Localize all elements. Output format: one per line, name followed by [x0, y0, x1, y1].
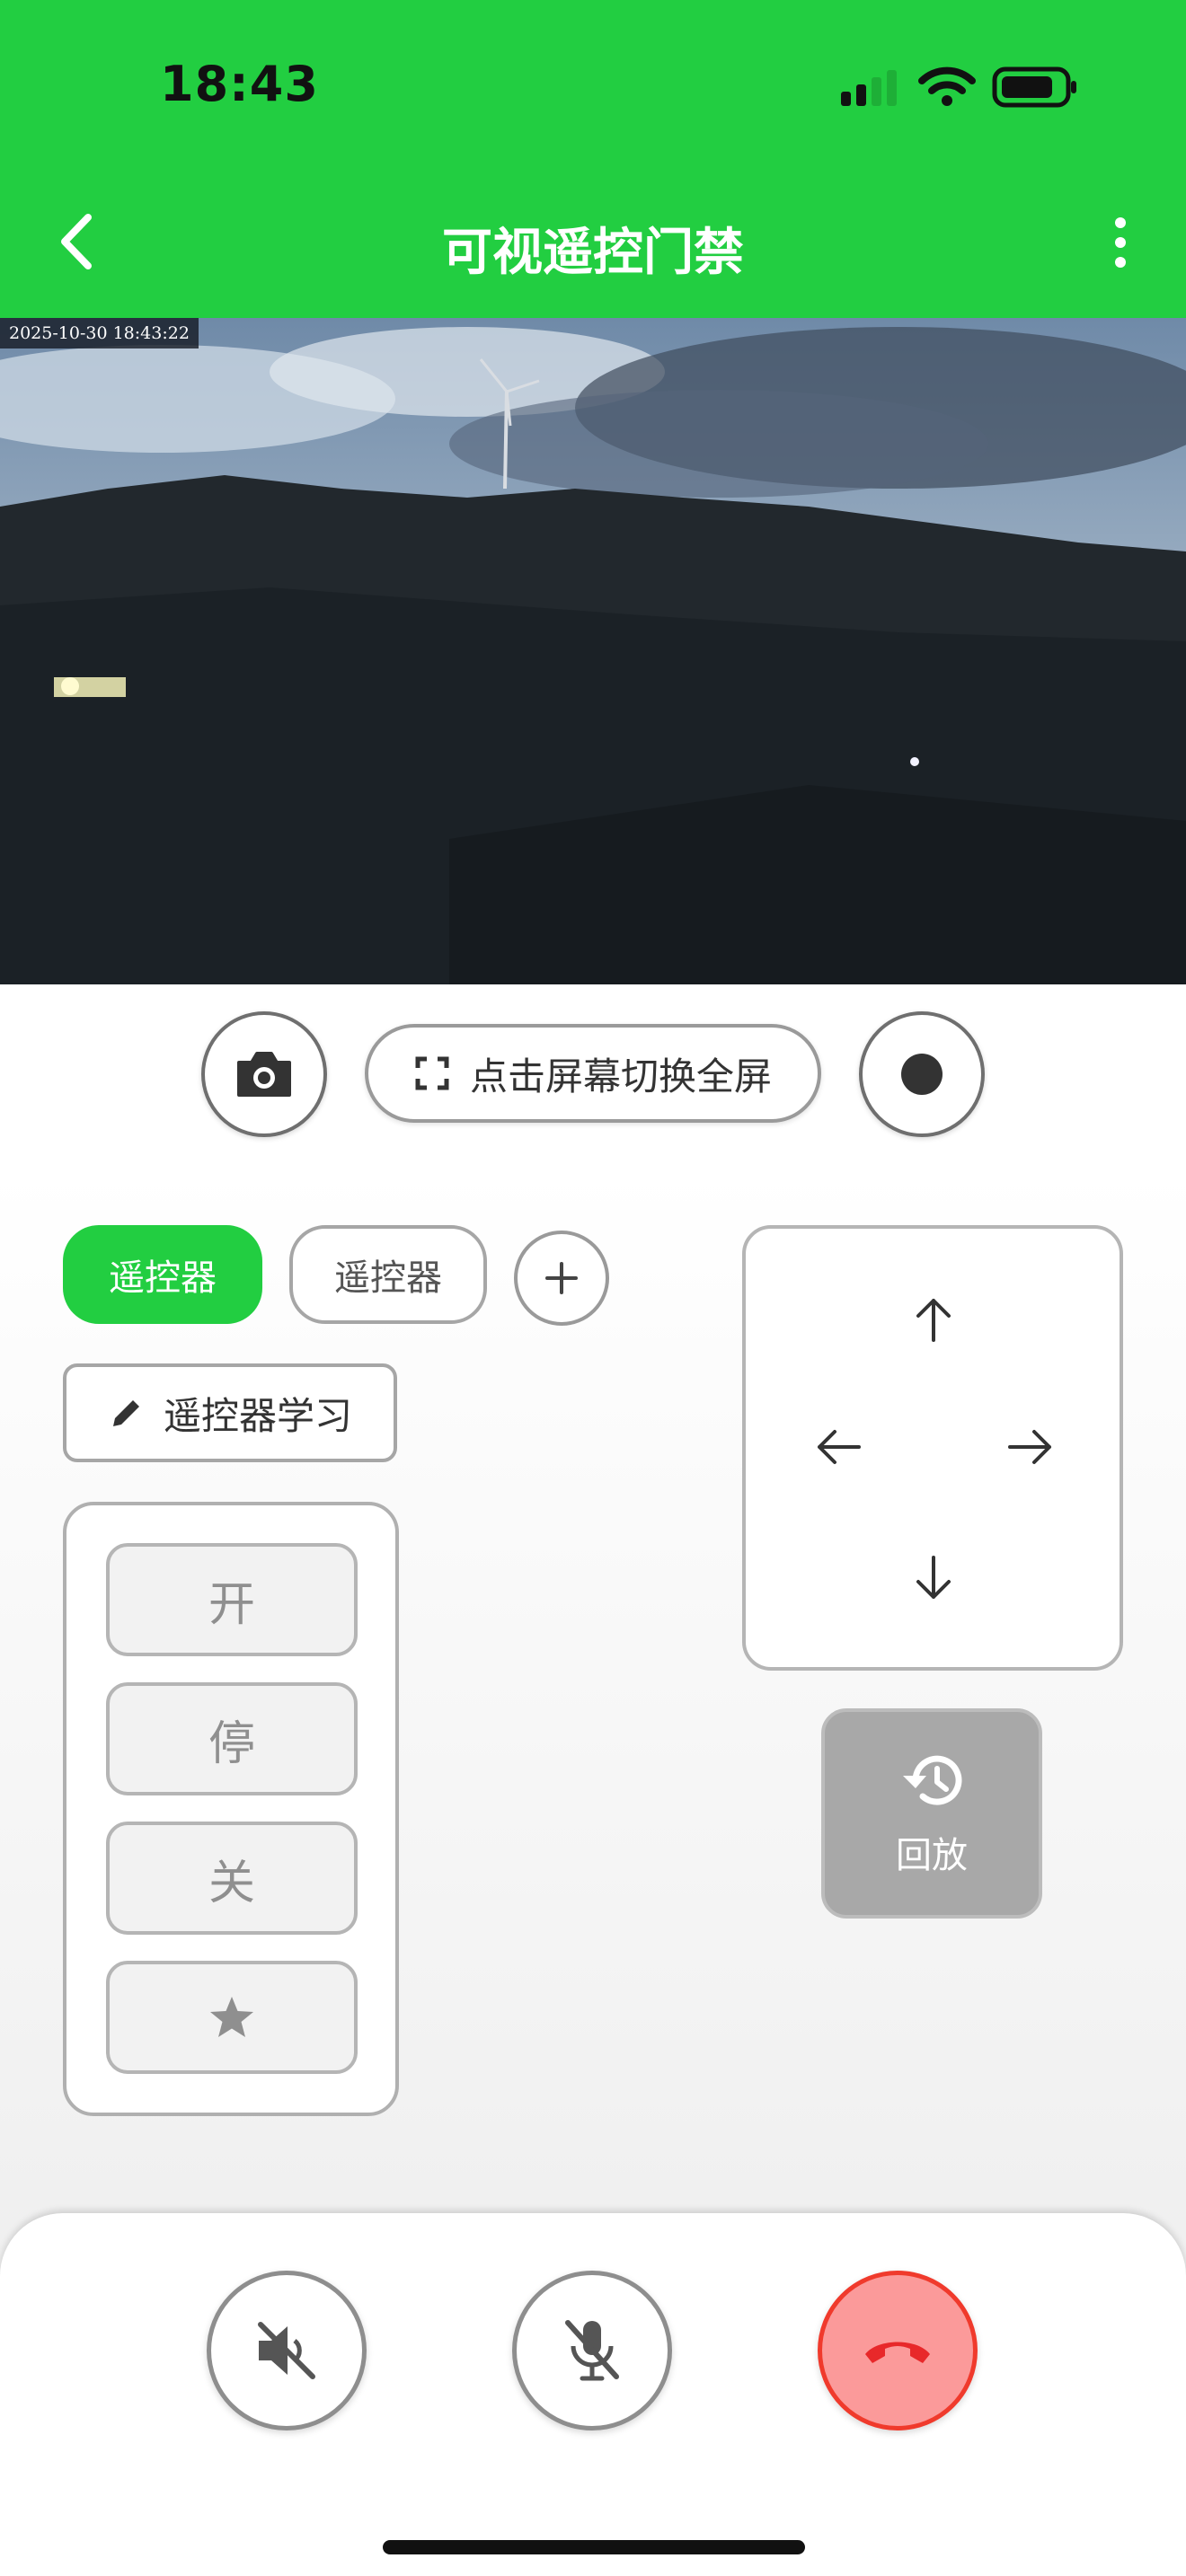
record-button[interactable] [859, 1011, 985, 1137]
video-feed[interactable] [0, 318, 1186, 984]
more-icon[interactable] [1107, 216, 1134, 269]
playback-button[interactable]: 回放 [821, 1708, 1042, 1919]
fullscreen-label: 点击屏幕切换全屏 [469, 1054, 772, 1098]
speaker-muted-icon [258, 2322, 315, 2379]
playback-label: 回放 [896, 1835, 968, 1876]
home-indicator [383, 2540, 805, 2554]
direction-pad [742, 1225, 1123, 1671]
remote-key-panel: 开 停 关 [63, 1502, 399, 2116]
key-favorite-button[interactable] [106, 1961, 358, 2074]
speaker-mute-button[interactable] [207, 2271, 367, 2430]
status-time: 18:43 [160, 56, 319, 112]
remote-learn-button[interactable]: 遥控器学习 [63, 1363, 397, 1462]
arrow-down-icon[interactable] [911, 1552, 956, 1602]
key-open-button[interactable]: 开 [106, 1543, 358, 1656]
remote-tab-2[interactable]: 遥控器 [289, 1225, 487, 1324]
key-stop-button[interactable]: 停 [106, 1682, 358, 1795]
key-close-button[interactable]: 关 [106, 1822, 358, 1935]
record-icon [901, 1054, 943, 1095]
remote-tab-1[interactable]: 遥控器 [63, 1225, 262, 1324]
hangup-button[interactable] [818, 2271, 978, 2430]
call-controls-sheet [0, 2213, 1186, 2576]
battery-icon [992, 66, 1076, 108]
cellular-signal-icon [841, 70, 897, 106]
page-title: 可视遥控门禁 [442, 224, 744, 282]
video-timestamp: 2025-10-30 18:43:22 [0, 318, 199, 348]
wifi-icon [918, 66, 976, 106]
pencil-icon [112, 1400, 139, 1426]
mic-mute-button[interactable] [512, 2271, 672, 2430]
remote-learn-label: 遥控器学习 [163, 1393, 352, 1438]
history-icon [903, 1755, 962, 1805]
arrow-right-icon[interactable] [1005, 1425, 1055, 1469]
plus-icon [545, 1262, 578, 1294]
camera-icon [237, 1052, 291, 1097]
arrow-left-icon[interactable] [814, 1425, 864, 1469]
arrow-up-icon[interactable] [911, 1295, 956, 1345]
snapshot-button[interactable] [201, 1011, 327, 1137]
fullscreen-toggle-button[interactable]: 点击屏幕切换全屏 [365, 1024, 821, 1123]
star-icon [210, 1997, 253, 2037]
add-remote-button[interactable] [514, 1231, 609, 1326]
fullscreen-icon [415, 1056, 449, 1090]
camera-scene-image [0, 318, 1186, 984]
mic-muted-icon [565, 2320, 619, 2381]
phone-hangup-icon [865, 2342, 930, 2363]
